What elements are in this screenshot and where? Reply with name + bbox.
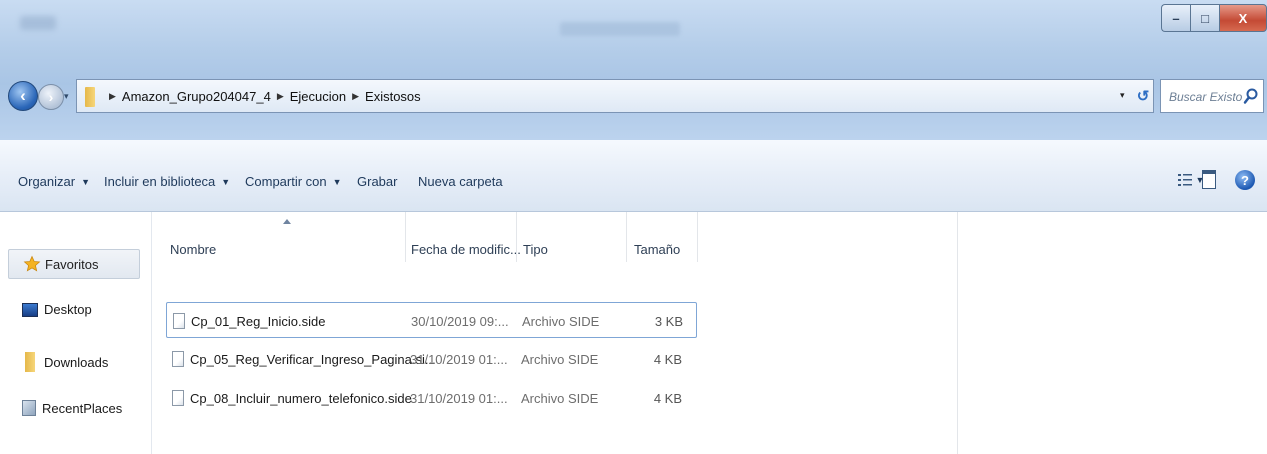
- column-header-size[interactable]: Tamaño: [634, 234, 680, 264]
- address-history-dropdown[interactable]: ▾: [1120, 90, 1125, 101]
- column-header-date[interactable]: Fecha de modific...: [411, 234, 521, 264]
- help-icon: ?: [1241, 172, 1249, 188]
- file-icon: [172, 351, 184, 367]
- search-input[interactable]: [1167, 88, 1245, 106]
- help-button[interactable]: ?: [1235, 170, 1255, 190]
- file-name: Cp_01_Reg_Inicio.side: [191, 313, 326, 329]
- file-row[interactable]: Cp_05_Reg_Verificar_Ingreso_Pagina.si...…: [166, 341, 697, 377]
- chevron-down-icon: ▼: [81, 176, 90, 187]
- file-row[interactable]: Cp_01_Reg_Inicio.side 30/10/2019 09:... …: [166, 302, 697, 338]
- new-folder-button[interactable]: Nueva carpeta: [418, 174, 503, 189]
- address-bar[interactable]: ▶ Amazon_Grupo204047_4 ▶ Ejecucion ▶ Exi…: [76, 79, 1154, 113]
- breadcrumb-separator-icon: ▶: [109, 91, 116, 101]
- sort-ascending-icon: [283, 219, 291, 224]
- burn-label: Grabar: [357, 174, 398, 189]
- file-date: 31/10/2019 01:...: [410, 351, 508, 367]
- chevron-down-icon: ▼: [332, 176, 342, 187]
- navigation-pane: Favoritos Desktop Downloads RecentPlaces: [0, 212, 152, 454]
- back-button[interactable]: ‹: [8, 81, 38, 111]
- star-icon: [23, 255, 41, 272]
- file-type: Archivo SIDE: [522, 313, 600, 329]
- chevron-down-icon: ▼: [221, 176, 231, 187]
- maximize-button[interactable]: □: [1190, 4, 1219, 32]
- view-options-icon: [1177, 174, 1192, 186]
- close-icon: X: [1238, 10, 1248, 26]
- organize-label: Organizar: [18, 174, 76, 189]
- column-label: Tipo: [523, 241, 548, 257]
- file-date: 30/10/2019 09:...: [411, 313, 509, 329]
- organize-button[interactable]: Organizar ▼: [18, 174, 90, 189]
- folder-icon: [25, 352, 35, 372]
- nav-label: Downloads: [44, 354, 109, 370]
- nav-label: Favoritos: [45, 256, 99, 272]
- desktop-icon: [22, 302, 38, 317]
- window-controls: – □ X: [1161, 4, 1267, 34]
- column-divider[interactable]: [405, 212, 406, 262]
- command-bar: Organizar ▼ Incluir en biblioteca ▼ Comp…: [0, 140, 1267, 212]
- recent-places-icon: [22, 400, 36, 416]
- recent-pages-dropdown[interactable]: ▾: [64, 91, 69, 102]
- folder-icon: [85, 87, 95, 107]
- window-title-blurred: [560, 22, 680, 36]
- nav-item-recent-places[interactable]: RecentPlaces: [22, 400, 122, 416]
- close-button[interactable]: X: [1219, 4, 1267, 32]
- share-with-button[interactable]: Compartir con ▼: [245, 174, 342, 189]
- file-icon: [172, 390, 184, 406]
- column-divider[interactable]: [516, 212, 517, 262]
- column-divider[interactable]: [697, 212, 698, 262]
- back-arrow-icon: ‹: [20, 86, 26, 105]
- file-name-cell: Cp_01_Reg_Inicio.side: [173, 303, 325, 339]
- details-pane-divider[interactable]: [957, 212, 958, 454]
- include-library-button[interactable]: Incluir en biblioteca ▼: [104, 174, 230, 189]
- burn-button[interactable]: Grabar: [357, 174, 397, 189]
- preview-pane-icon: [1203, 171, 1215, 174]
- minimize-button[interactable]: –: [1161, 4, 1190, 32]
- forward-arrow-icon: ›: [48, 89, 54, 105]
- breadcrumb-separator-icon[interactable]: ▶: [277, 91, 284, 102]
- column-header-name[interactable]: Nombre: [170, 234, 216, 264]
- file-row[interactable]: Cp_08_Incluir_numero_telefonico.side 31/…: [166, 380, 697, 416]
- nav-item-downloads[interactable]: Downloads: [22, 352, 108, 372]
- file-type: Archivo SIDE: [521, 351, 599, 367]
- file-name: Cp_05_Reg_Verificar_Ingreso_Pagina.si...: [190, 351, 436, 367]
- preview-pane-button[interactable]: [1202, 170, 1216, 189]
- title-icons-blurred: [20, 16, 56, 30]
- file-name-cell: Cp_05_Reg_Verificar_Ingreso_Pagina.si...: [172, 341, 436, 377]
- column-label: Tamaño: [634, 241, 681, 257]
- file-name: Cp_08_Incluir_numero_telefonico.side: [190, 390, 412, 406]
- breadcrumb-item[interactable]: Existosos: [365, 89, 421, 104]
- search-icon[interactable]: [1243, 87, 1259, 105]
- search-box[interactable]: [1160, 79, 1264, 113]
- maximize-icon: □: [1201, 10, 1209, 26]
- file-date: 31/10/2019 01:...: [410, 390, 508, 406]
- breadcrumb-separator-icon[interactable]: ▶: [352, 91, 359, 102]
- file-size: 4 KB: [653, 390, 682, 406]
- breadcrumb-item[interactable]: Amazon_Grupo204047_4: [122, 89, 271, 104]
- breadcrumb: ▶ Amazon_Grupo204047_4 ▶ Ejecucion ▶ Exi…: [103, 89, 421, 104]
- refresh-button[interactable]: ↺: [1133, 84, 1153, 108]
- nav-item-favorites[interactable]: Favoritos: [8, 249, 140, 279]
- new-folder-label: Nueva carpeta: [418, 174, 503, 189]
- breadcrumb-item[interactable]: Ejecucion: [290, 89, 346, 104]
- nav-label: RecentPlaces: [42, 400, 123, 416]
- include-library-label: Incluir en biblioteca: [104, 174, 216, 189]
- file-size: 4 KB: [653, 351, 682, 367]
- column-divider[interactable]: [626, 212, 627, 262]
- file-type: Archivo SIDE: [521, 390, 599, 406]
- refresh-icon: ↺: [1136, 88, 1150, 105]
- nav-item-desktop[interactable]: Desktop: [22, 302, 92, 317]
- column-label: Fecha de modific...: [411, 241, 521, 257]
- forward-button[interactable]: ›: [38, 84, 64, 110]
- file-icon: [173, 313, 185, 329]
- file-size: 3 KB: [654, 313, 683, 329]
- column-header-type[interactable]: Tipo: [523, 234, 548, 264]
- minimize-icon: –: [1172, 10, 1180, 26]
- column-label: Nombre: [170, 241, 217, 257]
- file-name-cell: Cp_08_Incluir_numero_telefonico.side: [172, 380, 412, 416]
- nav-label: Desktop: [44, 302, 92, 317]
- window-title-bar: – □ X ‹ › ▾ ▶ Amazon_Grupo204047_4 ▶ Eje…: [0, 0, 1267, 140]
- share-with-label: Compartir con: [245, 174, 327, 189]
